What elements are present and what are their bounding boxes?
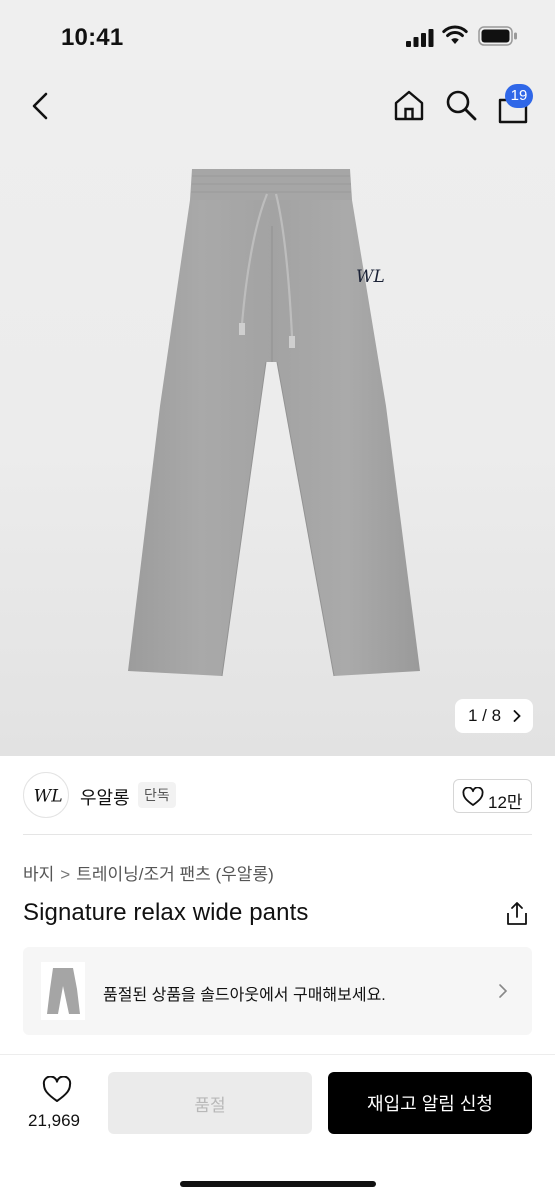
- breadcrumb-item-subcategory[interactable]: 트레이닝/조거 팬츠 (우알롱): [76, 865, 274, 884]
- brand-row[interactable]: WL 우알롱 단독 12만: [0, 756, 555, 834]
- restock-alert-button[interactable]: 재입고 알림 신청: [328, 1072, 532, 1134]
- soldout-banner[interactable]: 품절된 상품을 솔드아웃에서 구매해보세요.: [23, 947, 532, 1035]
- product-title: Signature relax wide pants: [23, 899, 309, 926]
- gallery-pager-label: 1 / 8: [468, 706, 502, 725]
- gallery-pager[interactable]: 1 / 8: [455, 699, 533, 733]
- battery-icon: [478, 26, 517, 46]
- breadcrumb-item-category[interactable]: 바지: [23, 865, 54, 884]
- brand-name[interactable]: 우알롱: [80, 784, 130, 810]
- soldout-product-thumbnail: [41, 962, 85, 1020]
- cart-count-badge: 19: [505, 84, 533, 108]
- divider: [23, 834, 532, 835]
- svg-text:WL: WL: [34, 787, 63, 807]
- soldout-button[interactable]: 품절: [108, 1072, 312, 1134]
- exclusive-badge: 단독: [138, 782, 176, 808]
- bottom-action-bar: 21,969 품절 재입고 알림 신청: [0, 1054, 555, 1200]
- status-bar: 10:41: [0, 0, 555, 70]
- chevron-right-icon: [499, 984, 508, 998]
- cellular-signal-icon: [406, 29, 434, 47]
- home-indicator: [180, 1181, 376, 1187]
- wishlist-count: 21,969: [28, 1111, 80, 1130]
- breadcrumb-separator-icon: >: [60, 865, 71, 884]
- back-icon[interactable]: [26, 90, 56, 122]
- wishlist-heart-icon[interactable]: [42, 1076, 72, 1103]
- brand-like-button[interactable]: 12만: [453, 779, 532, 813]
- heart-icon: [462, 787, 484, 806]
- brand-logo[interactable]: WL: [23, 772, 69, 818]
- product-photo: WL: [128, 169, 420, 677]
- breadcrumb: 바지 > 트레이닝/조거 팬츠 (우알롱): [23, 860, 274, 885]
- wifi-icon: [442, 25, 468, 44]
- soldout-banner-text: 품절된 상품을 솔드아웃에서 구매해보세요.: [103, 987, 386, 1004]
- svg-text:WL: WL: [356, 267, 385, 287]
- chevron-right-icon: [513, 710, 521, 722]
- status-time: 10:41: [61, 24, 124, 51]
- share-icon[interactable]: [505, 901, 529, 927]
- home-icon[interactable]: [392, 88, 426, 122]
- product-gallery[interactable]: 19 WL 1 / 8: [0, 70, 555, 756]
- brand-like-count: 12만: [488, 793, 523, 812]
- search-icon[interactable]: [444, 88, 478, 122]
